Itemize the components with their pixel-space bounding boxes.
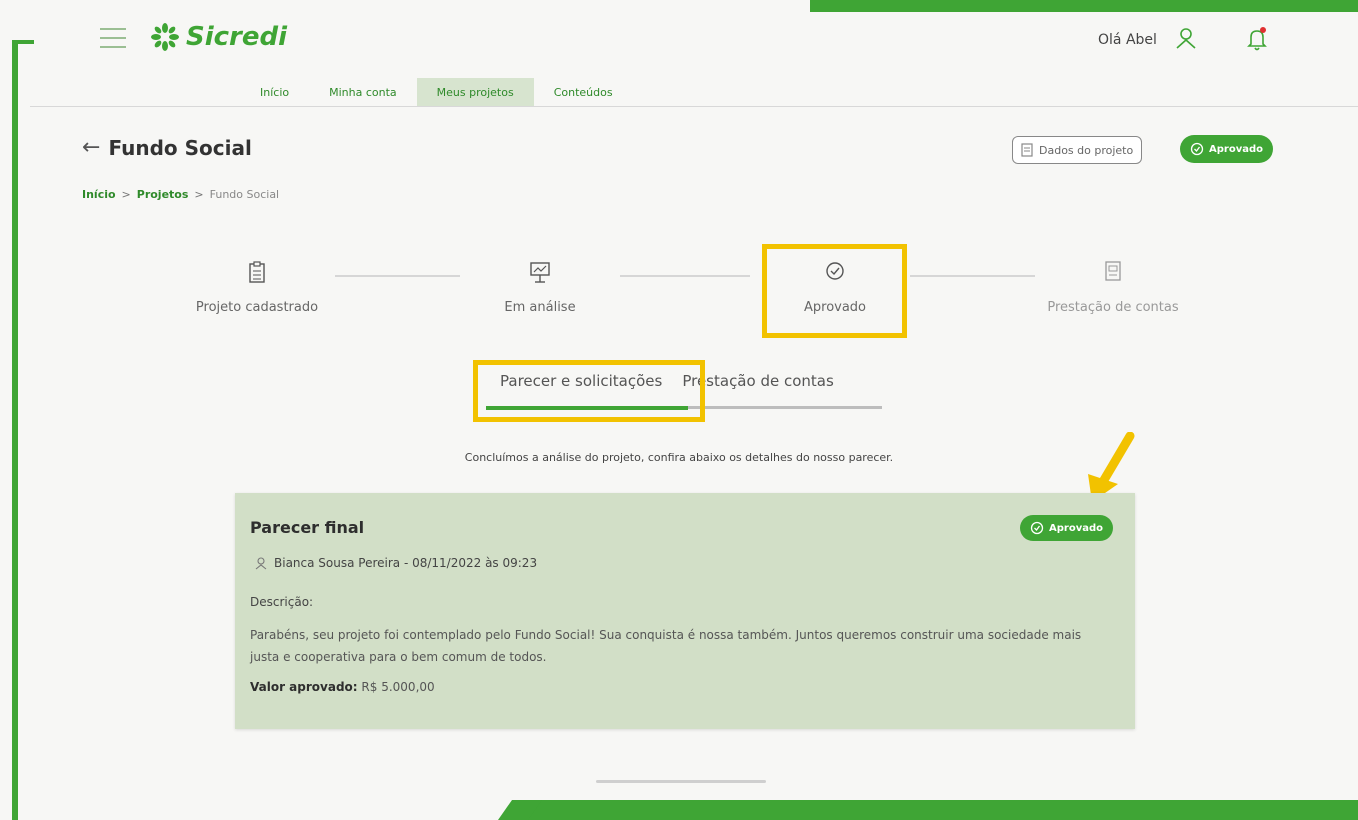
frame-bottom-bar <box>520 800 1358 820</box>
status-badge-label: Aprovado <box>1209 143 1263 155</box>
dados-button-label: Dados do projeto <box>1039 143 1134 157</box>
author-text: Bianca Sousa Pereira - 08/11/2022 às 09:… <box>274 556 538 570</box>
highlight-box-tab <box>473 360 705 422</box>
step-projeto-cadastrado: Projeto cadastrado <box>167 260 347 315</box>
stepper-connector <box>335 275 460 277</box>
logo-text: Sicredi <box>186 22 288 52</box>
valor-label: Valor aprovado: <box>250 680 358 694</box>
user-icon[interactable] <box>1174 26 1198 50</box>
check-circle-icon <box>1190 142 1204 156</box>
back-link[interactable]: ← Fundo Social <box>82 136 252 160</box>
highlight-box-step <box>762 244 907 338</box>
card-author: Bianca Sousa Pereira - 08/11/2022 às 09:… <box>254 556 537 570</box>
document-icon <box>1021 143 1033 157</box>
breadcrumb-projetos[interactable]: Projetos <box>137 188 189 201</box>
top-nav: Início Minha conta Meus projetos Conteúd… <box>240 78 633 106</box>
check-circle-icon <box>1030 521 1044 535</box>
step-prestacao-de-contas: Prestação de contas <box>1023 260 1203 315</box>
frame-left-bar <box>12 40 18 820</box>
step-em-analise: Em análise <box>450 260 630 315</box>
arrow-left-icon: ← <box>82 135 101 160</box>
card-title: Parecer final <box>250 518 365 537</box>
analysis-board-icon <box>530 262 550 283</box>
valor-value: R$ 5.000,00 <box>361 680 435 694</box>
chevron-right-icon: > <box>194 188 204 201</box>
frame-top-bar <box>810 0 1358 12</box>
nav-item-conteudos[interactable]: Conteúdos <box>534 78 633 106</box>
step-label: Em análise <box>504 300 576 315</box>
document-icon <box>1105 261 1121 281</box>
user-icon <box>255 557 267 570</box>
scroll-handle[interactable] <box>596 780 766 783</box>
step-label: Projeto cadastrado <box>195 300 319 315</box>
intro-text: Concluímos a análise do projeto, confira… <box>464 451 894 464</box>
page-title: Fundo Social <box>108 136 252 160</box>
step-label: Prestação de contas <box>1047 300 1179 315</box>
description-label: Descrição: <box>250 595 314 609</box>
bell-icon[interactable] <box>1245 26 1269 52</box>
hamburger-menu-icon[interactable] <box>100 28 126 50</box>
stepper-connector <box>910 275 1035 277</box>
breadcrumb-inicio[interactable]: Início <box>82 188 116 201</box>
description-text: Parabéns, seu projeto foi contemplado pe… <box>250 628 1082 664</box>
sicredi-logo-icon <box>151 23 179 51</box>
dados-do-projeto-button[interactable]: Dados do projeto <box>1012 136 1143 164</box>
card-status-badge: Aprovado <box>1020 515 1113 541</box>
sicredi-logo[interactable]: Sicredi <box>150 22 287 52</box>
nav-item-meus-projetos[interactable]: Meus projetos <box>416 78 534 106</box>
user-greeting: Olá Abel <box>1098 32 1157 48</box>
breadcrumb: Início > Projetos > Fundo Social <box>82 188 279 201</box>
breadcrumb-current: Fundo Social <box>209 188 280 201</box>
nav-item-minha-conta[interactable]: Minha conta <box>309 78 417 106</box>
card-status-label: Aprovado <box>1049 522 1103 534</box>
nav-item-inicio[interactable]: Início <box>240 78 309 106</box>
chevron-right-icon: > <box>121 188 131 201</box>
stepper-connector <box>620 275 750 277</box>
nav-divider <box>30 106 1358 107</box>
clipboard-icon <box>249 261 265 283</box>
status-badge: Aprovado <box>1180 135 1273 163</box>
valor-aprovado: Valor aprovado: R$ 5.000,00 <box>250 680 435 694</box>
frame-left-tick <box>12 40 34 44</box>
